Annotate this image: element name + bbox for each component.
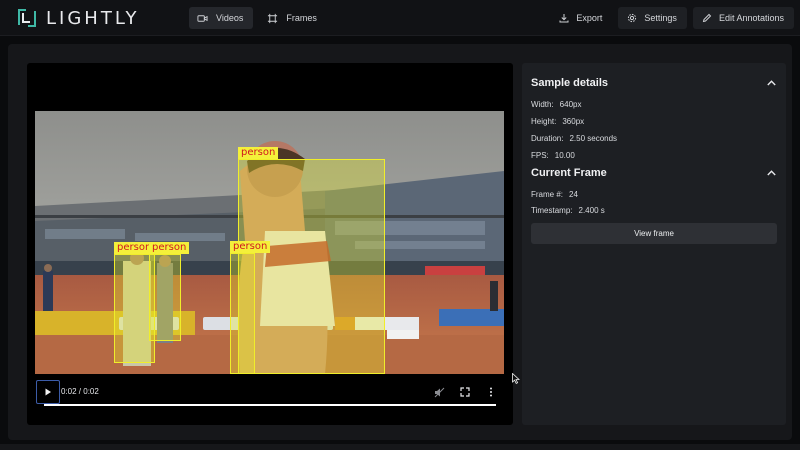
settings-button[interactable]: Settings bbox=[618, 7, 687, 29]
fullscreen-button[interactable] bbox=[459, 386, 471, 398]
export-label: Export bbox=[576, 13, 603, 23]
time-display: 0:02 / 0:02 bbox=[61, 387, 99, 396]
chevron-up-icon bbox=[766, 170, 776, 176]
play-button[interactable] bbox=[36, 380, 60, 404]
tab-frames[interactable]: Frames bbox=[259, 7, 327, 29]
logo-mark-icon bbox=[16, 7, 38, 29]
detail-row-fps: FPS: 10.00 bbox=[531, 151, 575, 160]
fullscreen-icon bbox=[460, 387, 470, 397]
current-frame-title: Current Frame bbox=[531, 167, 607, 179]
current-frame-collapse-button[interactable] bbox=[765, 167, 777, 179]
pencil-icon bbox=[702, 13, 712, 23]
video-player: person person person person 0:02 / 0:02 bbox=[27, 63, 513, 425]
detail-row-duration: Duration: 2.50 seconds bbox=[531, 134, 618, 143]
progress-bar[interactable] bbox=[44, 404, 496, 406]
video-controls: 0:02 / 0:02 bbox=[27, 375, 513, 425]
annotation-label: person bbox=[238, 147, 279, 159]
more-options-button[interactable] bbox=[485, 386, 497, 398]
volume-muted-icon bbox=[434, 387, 444, 397]
annotation-box-person-partial[interactable]: person bbox=[230, 241, 271, 374]
detail-row-timestamp: Timestamp: 2.400 s bbox=[531, 206, 605, 215]
settings-label: Settings bbox=[644, 13, 677, 23]
sample-details-title: Sample details bbox=[531, 77, 609, 89]
mouse-cursor-icon bbox=[512, 373, 520, 384]
lightly-logo[interactable]: LIGHTLY bbox=[16, 6, 139, 30]
view-frame-button[interactable]: View frame bbox=[531, 223, 777, 244]
tab-videos-label: Videos bbox=[216, 13, 244, 23]
detail-row-frame-number: Frame #: 24 bbox=[531, 190, 578, 199]
play-icon bbox=[45, 388, 51, 396]
annotation-label: person bbox=[230, 241, 271, 253]
chevron-up-icon bbox=[766, 80, 776, 86]
sample-details-collapse-button[interactable] bbox=[765, 77, 777, 89]
annotation-box-person-main[interactable]: person bbox=[238, 147, 385, 374]
gear-icon bbox=[628, 13, 637, 23]
header-actions: Export Settings Edit Annotations bbox=[550, 7, 794, 29]
annotation-label: person bbox=[149, 242, 190, 254]
detail-row-width: Width: 640px bbox=[531, 100, 582, 109]
bottom-strip bbox=[0, 444, 800, 450]
tab-videos[interactable]: Videos bbox=[189, 7, 254, 29]
detail-row-height: Height: 360px bbox=[531, 117, 585, 126]
mute-button[interactable] bbox=[433, 386, 445, 398]
edit-annotations-label: Edit Annotations bbox=[718, 13, 784, 23]
progress-fill bbox=[44, 404, 496, 406]
frame-crop-icon bbox=[268, 13, 278, 23]
annotation-box-person-official-right[interactable]: person bbox=[149, 242, 190, 341]
top-navigation-bar: LIGHTLY Videos Frames Export Settings Ed… bbox=[0, 0, 800, 36]
video-frame[interactable]: person person person person bbox=[35, 111, 504, 374]
tab-frames-label: Frames bbox=[286, 13, 317, 23]
video-camera-icon bbox=[197, 14, 208, 22]
logo-text: LIGHTLY bbox=[46, 7, 140, 29]
download-icon bbox=[559, 14, 569, 23]
nav-tabs: Videos Frames bbox=[189, 7, 327, 29]
edit-annotations-button[interactable]: Edit Annotations bbox=[692, 7, 794, 29]
more-vertical-icon bbox=[490, 387, 492, 397]
details-panel: Sample details Width: 640px Height: 360px … bbox=[522, 63, 786, 425]
export-button[interactable]: Export bbox=[550, 7, 612, 29]
